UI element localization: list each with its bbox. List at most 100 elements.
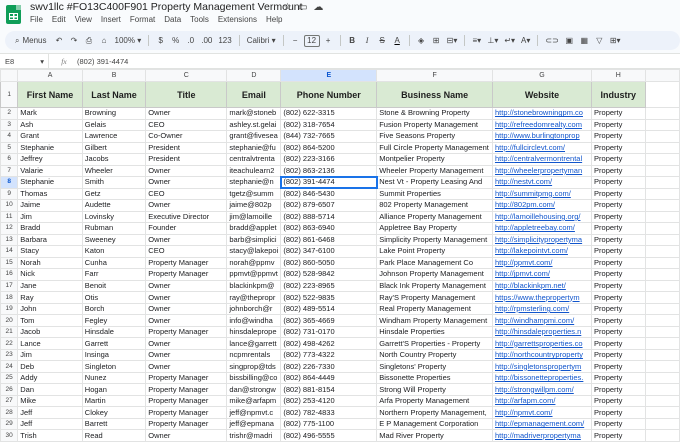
cell-first-name[interactable]: Jane bbox=[17, 279, 83, 293]
cell-industry[interactable]: Property bbox=[591, 394, 646, 408]
decrease-decimal-button[interactable]: .0 bbox=[184, 33, 197, 48]
cell-last-name[interactable]: Lawrence bbox=[81, 130, 147, 143]
cell-business-name[interactable]: Singletons' Property bbox=[376, 360, 493, 373]
cell-first-name[interactable]: John bbox=[17, 302, 83, 316]
empty-cell[interactable] bbox=[644, 348, 680, 362]
row-number[interactable]: 21 bbox=[0, 325, 19, 339]
cell-title[interactable]: Owner bbox=[145, 164, 228, 178]
cell-first-name[interactable]: Valarie bbox=[17, 164, 83, 178]
cell-phone-number[interactable]: (802) 863-6940 bbox=[280, 222, 378, 235]
increase-decimal-button[interactable]: .00 bbox=[199, 33, 214, 48]
cell-business-name[interactable]: Fusion Property Management bbox=[376, 118, 493, 132]
row-number[interactable]: 10 bbox=[0, 199, 19, 212]
cell-email[interactable]: grant@fivesea bbox=[226, 130, 282, 143]
cell-industry[interactable]: Property bbox=[591, 141, 646, 155]
empty-cell[interactable] bbox=[644, 256, 680, 270]
cell-business-name[interactable]: Stone & Browning Property bbox=[376, 107, 493, 120]
cell-business-name[interactable]: Summit Properties bbox=[376, 187, 493, 201]
cell-last-name[interactable]: Wheeler bbox=[81, 164, 147, 178]
empty-cell[interactable] bbox=[644, 383, 680, 396]
cell-phone-number[interactable]: (802) 888-5714 bbox=[280, 210, 378, 224]
empty-cell[interactable] bbox=[644, 107, 680, 120]
cell-phone-number[interactable]: (802) 773-4322 bbox=[280, 348, 378, 362]
cell-business-name[interactable]: Lake Point Property bbox=[376, 245, 493, 258]
cell-email[interactable]: ncpmrentals bbox=[226, 348, 282, 362]
cell-title[interactable]: Property Manager bbox=[145, 256, 228, 270]
cell-first-name[interactable]: Mike bbox=[17, 394, 83, 408]
zoom-select[interactable]: 100% ▾ bbox=[113, 33, 144, 48]
formula-input[interactable]: (802) 391-4474 bbox=[77, 57, 128, 66]
cell-business-name[interactable]: E P Management Corporation bbox=[376, 417, 493, 431]
cell-website[interactable]: http://blackinkpm.net/ bbox=[491, 279, 593, 293]
column-header-e[interactable]: E bbox=[280, 69, 378, 82]
cell-first-name[interactable]: Barbara bbox=[17, 233, 83, 247]
cell-last-name[interactable]: Lovinsky bbox=[81, 210, 147, 224]
cell-email[interactable]: ppmvt@ppmvt bbox=[226, 268, 282, 281]
cell-website[interactable]: http://arfapm.com/ bbox=[491, 394, 593, 408]
cell-last-name[interactable]: Gilbert bbox=[81, 141, 147, 155]
cell-phone-number[interactable]: (802) 863-2136 bbox=[280, 164, 378, 178]
empty-cell[interactable] bbox=[644, 371, 680, 385]
cell-industry[interactable]: Property bbox=[591, 302, 646, 316]
row-number[interactable]: 12 bbox=[0, 222, 19, 235]
cell-website[interactable]: http://802pm.com/ bbox=[491, 199, 593, 212]
cell-last-name[interactable]: Audette bbox=[81, 199, 147, 212]
cell-first-name[interactable]: Jeff bbox=[17, 417, 83, 431]
cell-first-name[interactable]: Jeff bbox=[17, 406, 83, 419]
cell-website[interactable]: http://www.burlingtonprop bbox=[491, 130, 593, 143]
cell-phone-number[interactable]: (802) 318-7654 bbox=[280, 118, 378, 132]
cell-website[interactable]: http://northcountryproperty bbox=[491, 348, 593, 362]
cell-email[interactable]: trishr@madri bbox=[226, 429, 282, 442]
row-number[interactable]: 25 bbox=[0, 371, 19, 385]
cell-business-name[interactable]: Black Ink Property Management bbox=[376, 279, 493, 293]
cell-website[interactable]: http://bissonetteproperties. bbox=[491, 371, 593, 385]
cell-business-name[interactable]: Arfa Property Management bbox=[376, 394, 493, 408]
cell-industry[interactable]: Property bbox=[591, 187, 646, 201]
cell-last-name[interactable]: Hogan bbox=[81, 383, 147, 396]
header-phone-number[interactable]: Phone Number bbox=[280, 81, 378, 108]
cell-industry[interactable]: Property bbox=[591, 233, 646, 247]
cell-website[interactable]: http://lamoillehousing.org/ bbox=[491, 210, 593, 224]
cell-email[interactable]: jaime@802p bbox=[226, 199, 282, 212]
insert-chart-icon[interactable]: ▦ bbox=[578, 33, 591, 48]
empty-cell[interactable] bbox=[644, 325, 680, 339]
cell-last-name[interactable]: Fegley bbox=[81, 314, 147, 327]
cell-business-name[interactable]: Garrett'S Properties - Property bbox=[376, 337, 493, 350]
cell-title[interactable]: Owner bbox=[145, 348, 228, 362]
row-number[interactable]: 26 bbox=[0, 383, 19, 396]
row-number[interactable]: 23 bbox=[0, 348, 19, 362]
row-number[interactable]: 3 bbox=[0, 118, 19, 132]
cell-business-name[interactable]: Five Seasons Property bbox=[376, 130, 493, 143]
cell-phone-number[interactable]: (802) 253-4120 bbox=[280, 394, 378, 408]
cell-last-name[interactable]: Smith bbox=[81, 176, 147, 189]
cell-title[interactable]: Founder bbox=[145, 222, 228, 235]
column-header-b[interactable]: B bbox=[81, 69, 147, 82]
vertical-align-icon[interactable]: ⊥▾ bbox=[485, 33, 500, 48]
cell-website[interactable]: http://nestvt.com/ bbox=[491, 176, 593, 189]
cell-first-name[interactable]: Jim bbox=[17, 210, 83, 224]
cell-business-name[interactable]: Montpelier Property bbox=[376, 153, 493, 166]
cell-last-name[interactable]: Read bbox=[81, 429, 147, 442]
undo-icon[interactable]: ↶ bbox=[53, 33, 66, 48]
column-header-a[interactable]: A bbox=[17, 69, 83, 82]
cell-first-name[interactable]: Ash bbox=[17, 118, 83, 132]
cell-last-name[interactable]: Garrett bbox=[81, 337, 147, 350]
cell-website[interactable]: http://strongwillpm.com/ bbox=[491, 383, 593, 396]
cell-website[interactable]: http://hinsdaleproperties.n bbox=[491, 325, 593, 339]
header-website[interactable]: Website bbox=[491, 81, 593, 108]
paint-format-icon[interactable]: ⌂ bbox=[98, 33, 111, 48]
cell-business-name[interactable]: Mad River Property bbox=[376, 429, 493, 442]
more-formats-button[interactable]: 123 bbox=[216, 33, 233, 48]
empty-cell[interactable] bbox=[644, 176, 680, 189]
cell-email[interactable]: singprop@tds bbox=[226, 360, 282, 373]
row-number[interactable]: 19 bbox=[0, 302, 19, 316]
cell-industry[interactable]: Property bbox=[591, 199, 646, 212]
cell-phone-number[interactable]: (802) 365-4669 bbox=[280, 314, 378, 327]
cell-phone-number[interactable]: (802) 846-5430 bbox=[280, 187, 378, 201]
cell-first-name[interactable]: Norah bbox=[17, 256, 83, 270]
column-header-h[interactable]: H bbox=[591, 69, 646, 82]
cell-title[interactable]: Owner bbox=[145, 279, 228, 293]
empty-cell[interactable] bbox=[644, 360, 680, 373]
empty-cell[interactable] bbox=[644, 81, 680, 108]
cell-title[interactable]: Owner bbox=[145, 107, 228, 120]
